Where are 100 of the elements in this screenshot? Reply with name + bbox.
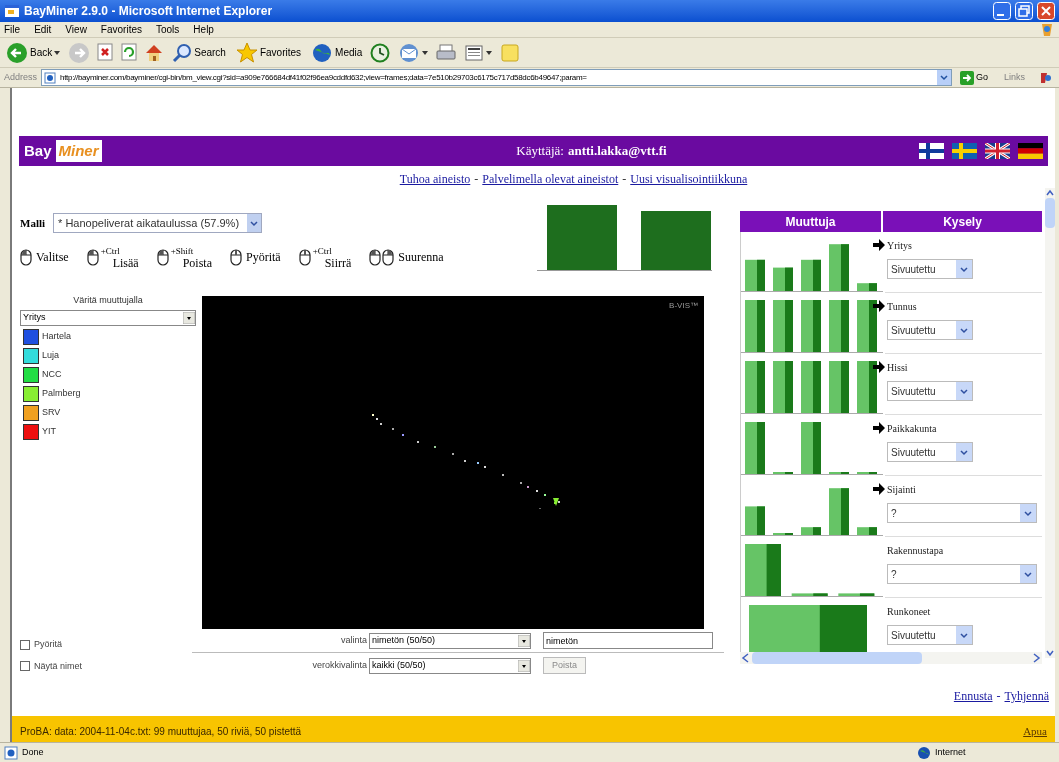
query-select[interactable]: Sivuutettu [887, 259, 973, 279]
toolbar-button[interactable]: Media [309, 40, 365, 65]
swedish-flag-icon[interactable] [952, 143, 977, 159]
mouse-icon [298, 248, 311, 266]
modifier-text: +Ctrl [312, 245, 333, 257]
tool-label[interactable]: Siirrä [314, 257, 352, 269]
variable-name[interactable]: Rakennustapa [887, 543, 1042, 558]
arrow-icon[interactable] [873, 300, 885, 312]
restore-icon[interactable] [1015, 2, 1033, 20]
color-by-label: Väritä muuttujalla [72, 294, 144, 307]
address-field[interactable]: http://bayminer.com/bayminer/cgi-bin/bm_view.cgi?sid=a909e766684df41f02f96ea9cddfd632;view=frames;data=7e510b29703c6175c717d58dc6b49647;param= [41, 69, 952, 86]
model-label: Malli [20, 215, 46, 231]
search-icon [172, 42, 193, 63]
legend-label: SRV [42, 405, 61, 419]
help-link[interactable]: Apua [1023, 722, 1047, 739]
query-select[interactable]: Sivuutettu [887, 320, 973, 340]
status-text: Done [22, 745, 44, 759]
toolbar-button[interactable]: Search [170, 41, 228, 64]
app-icon [4, 3, 20, 19]
variable-name[interactable]: Runkoneet [887, 604, 1042, 619]
arrow-icon[interactable] [873, 483, 885, 495]
scatter-canvas[interactable]: B-VIS™ [202, 296, 704, 629]
separator-text: - [622, 171, 627, 188]
arrow-icon[interactable] [873, 239, 885, 251]
name-input[interactable]: nimetön [543, 632, 713, 649]
vertical-scrollbar[interactable] [1045, 188, 1055, 658]
page-icon [4, 745, 18, 760]
finnish-flag-icon[interactable] [919, 143, 944, 159]
variable-name[interactable]: Hissi [887, 360, 1042, 375]
minimize-icon[interactable] [993, 2, 1011, 20]
variable-name[interactable]: Sijainti [887, 482, 1042, 497]
tool-label[interactable]: Lisää [102, 257, 139, 269]
page-link[interactable]: Tuhoa aineisto [399, 170, 471, 188]
menu-item[interactable]: Favorites [100, 22, 142, 37]
tool-label[interactable]: Pyöritä [246, 248, 281, 266]
scroll-down-icon[interactable] [1045, 648, 1055, 658]
uk-flag-icon[interactable] [985, 143, 1010, 159]
query-select[interactable]: ? [887, 564, 1037, 584]
go-button[interactable]: Go [955, 70, 992, 85]
printer-icon[interactable] [436, 42, 457, 63]
action-link[interactable]: Tyhjennä [1004, 687, 1049, 705]
clock-icon[interactable] [370, 42, 391, 63]
variable-name[interactable]: Paikkakunta [887, 421, 1042, 436]
checkbox-label[interactable]: Näytä nimet [34, 659, 83, 673]
dropdown-caret-icon [54, 50, 61, 55]
arrow-icon[interactable] [873, 422, 885, 434]
page-link[interactable]: Palvelimella olevat aineistot [482, 170, 619, 188]
checkbox[interactable] [20, 661, 30, 672]
address-label: Address [4, 70, 38, 84]
query-select[interactable]: Sivuutettu [887, 625, 973, 645]
variable-name[interactable]: Yritys [887, 238, 1042, 253]
arrow-icon[interactable] [873, 361, 885, 373]
variable-name[interactable]: Tunnus [887, 299, 1042, 314]
document-icon[interactable] [464, 42, 485, 63]
refresh-icon[interactable] [120, 42, 139, 63]
column-header: Kysely [883, 211, 1042, 232]
tool-label[interactable]: Valitse [36, 248, 69, 266]
toolbar-button[interactable]: Back [4, 40, 63, 65]
scroll-up-icon[interactable] [1045, 188, 1055, 198]
stop-icon[interactable] [96, 42, 115, 63]
mail-icon[interactable] [398, 41, 421, 64]
horizontal-scrollbar[interactable] [740, 652, 1042, 664]
scrollbar-thumb[interactable] [752, 652, 922, 664]
color-by-select[interactable]: Yritys [20, 309, 196, 326]
selection-select[interactable]: nimetön (50/50) [369, 632, 531, 649]
query-select[interactable]: Sivuutettu [887, 381, 973, 401]
arrow-icon [959, 70, 974, 85]
close-icon[interactable] [1037, 2, 1055, 20]
modifier-text: +Ctrl [100, 245, 121, 257]
tool-label[interactable]: Poista [172, 257, 212, 269]
menu-item[interactable]: Help [193, 22, 214, 37]
german-flag-icon[interactable] [1018, 143, 1043, 159]
zone-text: Internet [935, 745, 967, 759]
menu-item[interactable]: View [65, 22, 87, 37]
globe-icon [917, 745, 931, 760]
brand-label: B-VIS™ [669, 300, 698, 312]
action-link[interactable]: Ennusta [953, 687, 993, 705]
tool-label[interactable]: Suurenna [398, 248, 444, 266]
two-mice-icon [369, 248, 395, 266]
query-select[interactable]: Sivuutettu [887, 442, 973, 462]
toolbar-button[interactable]: Favorites [233, 40, 304, 65]
status-text: ProBA: data: 2004-11-04c.txt: 99 muuttujaa, 50 riviä, 50 pistettä [20, 725, 302, 739]
checkbox-label[interactable]: Pyöritä [34, 638, 62, 652]
query-select[interactable]: ? [887, 503, 1037, 523]
user-label: Käyttäjä: [516, 142, 565, 161]
modifier-text: +Shift [170, 245, 195, 257]
scrollbar-thumb[interactable] [1045, 198, 1055, 228]
mouse-icon [86, 248, 99, 266]
menu-item[interactable]: File [4, 22, 21, 37]
checkbox[interactable] [20, 639, 30, 650]
page-link[interactable]: Uusi visualisointiikkuna [630, 170, 748, 188]
dropdown-arrow-icon [518, 634, 530, 647]
dropdown-caret-icon [422, 50, 429, 55]
user-email: antti.lakka@vtt.fi [567, 142, 667, 161]
menu-item[interactable]: Tools [156, 22, 180, 37]
logo-text: Miner [55, 139, 102, 163]
page-icon [44, 71, 57, 84]
model-select[interactable]: * Hanopeliverat aikataulussa (57.9%) [53, 213, 263, 233]
home-icon[interactable] [144, 42, 165, 63]
menu-item[interactable]: Edit [34, 22, 52, 37]
